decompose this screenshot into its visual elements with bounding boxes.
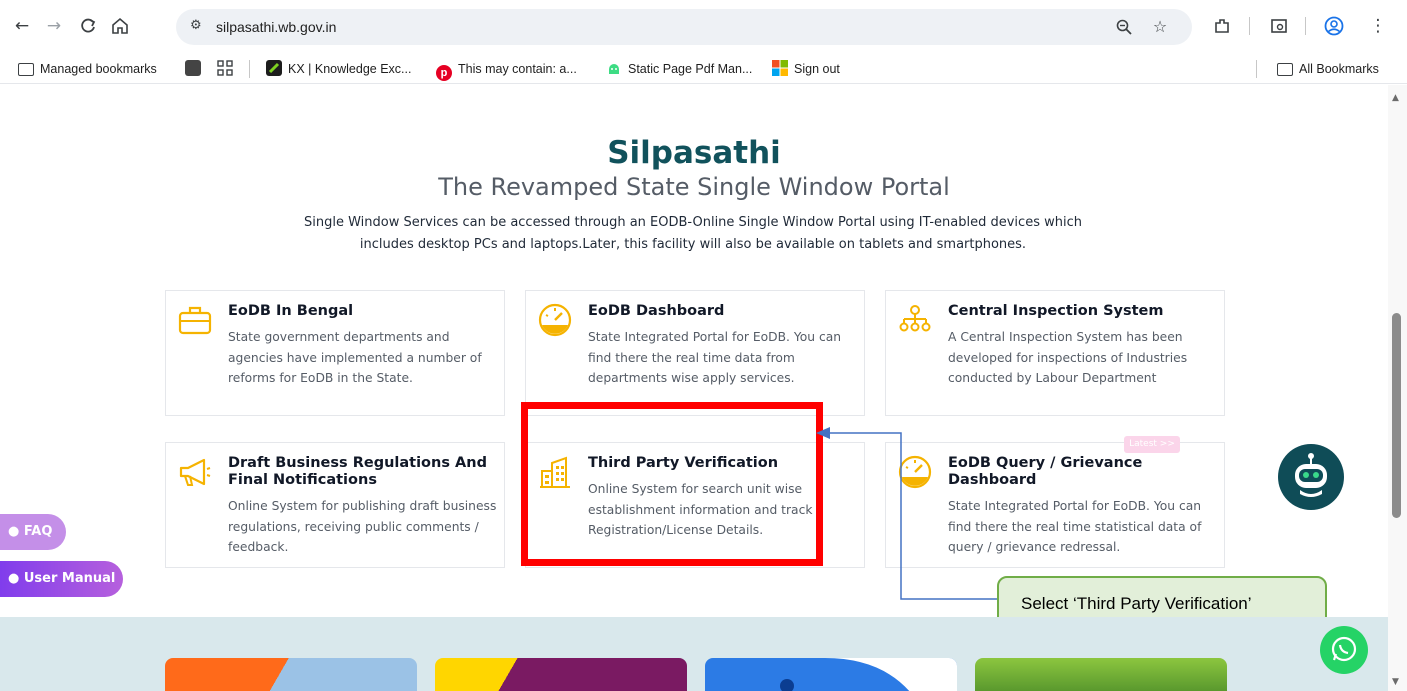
card-title: Central Inspection System [948, 303, 1164, 319]
card-central-inspection[interactable]: Central Inspection System A Central Insp… [885, 290, 1225, 416]
latest-badge[interactable]: Latest >> [1124, 436, 1180, 453]
card-query-grievance[interactable]: EoDB Query / Grievance Dashboard State I… [885, 442, 1225, 568]
site-settings-icon[interactable]: ⚙ [190, 18, 202, 33]
card-title: EoDB Dashboard [588, 303, 725, 319]
profile-icon[interactable] [1322, 14, 1346, 38]
card-description: State Integrated Portal for EoDB. You ca… [588, 330, 842, 385]
home-icon[interactable] [108, 14, 132, 38]
briefcase-icon [178, 303, 212, 337]
folder-icon [1277, 63, 1293, 76]
toolbar-divider [1249, 17, 1250, 35]
managed-folder-icon [18, 63, 34, 76]
bookmark-static-page[interactable]: Static Page Pdf Man... [606, 59, 752, 79]
zoom-icon[interactable] [1112, 15, 1136, 39]
menu-kebab-icon[interactable]: ⋮ [1366, 14, 1390, 38]
card-description: State government departments and agencie… [228, 330, 482, 385]
bookmark-managed[interactable]: Managed bookmarks [18, 59, 157, 79]
whatsapp-icon[interactable] [1319, 625, 1369, 675]
info-icon: ● [8, 524, 24, 539]
bookmark-apps[interactable] [217, 59, 239, 79]
user-manual-button[interactable]: ● User Manual [0, 561, 123, 597]
extensions-icon[interactable] [1210, 14, 1234, 38]
card-description: A Central Inspection System has been dev… [948, 330, 1188, 385]
card-eodb-in-bengal[interactable]: EoDB In Bengal State government departme… [165, 290, 505, 416]
bookmark-kx[interactable]: KX | Knowledge Exc... [266, 59, 411, 79]
org-chart-icon [898, 303, 932, 337]
scrollbar[interactable]: ▲ ▼ [1388, 85, 1407, 691]
forward-icon[interactable]: → [42, 14, 66, 38]
card-eodb-dashboard[interactable]: EoDB Dashboard State Integrated Portal f… [525, 290, 865, 416]
bookmarks-bar: Managed bookmarks KX | Knowledge Exc... … [0, 54, 1407, 84]
address-bar[interactable]: ⚙ silpasathi.wb.gov.in ☆ [176, 9, 1192, 45]
highlight-box [521, 402, 823, 566]
scroll-thumb[interactable] [1392, 313, 1401, 518]
back-icon[interactable]: ← [10, 14, 34, 38]
kx-icon [266, 60, 282, 76]
bookmark-star-icon[interactable]: ☆ [1148, 15, 1172, 39]
all-bookmarks[interactable]: All Bookmarks [1277, 59, 1379, 79]
banner-card[interactable] [165, 658, 417, 691]
reload-icon[interactable] [76, 14, 100, 38]
android-icon [606, 60, 622, 76]
browser-toolbar: ← → ⚙ silpasathi.wb.gov.in ☆ ⋮ [0, 0, 1407, 54]
page-content: Silpasathi The Revamped State Single Win… [0, 85, 1388, 691]
chatbot-icon[interactable] [1276, 442, 1346, 512]
tab-search-icon[interactable] [1267, 14, 1291, 38]
bookmark-divider [1256, 60, 1257, 78]
card-description: State Integrated Portal for EoDB. You ca… [948, 499, 1202, 554]
bookmark-pinterest[interactable]: p This may contain: a... [436, 59, 577, 81]
bookmark-divider [249, 60, 250, 78]
speedometer-icon [538, 303, 572, 337]
banner-card[interactable] [435, 658, 687, 691]
page-title: Silpasathi [607, 135, 781, 171]
scroll-down-arrow-icon[interactable]: ▼ [1392, 677, 1399, 687]
card-title: EoDB Query / Grievance Dashboard [948, 455, 1143, 488]
card-draft-regulations[interactable]: Draft Business Regulations And Final Not… [165, 442, 505, 568]
banner-card[interactable] [705, 658, 957, 691]
info-icon: ● [8, 571, 24, 586]
url-text[interactable]: silpasathi.wb.gov.in [216, 17, 336, 37]
page-description: Single Window Services can be accessed t… [304, 215, 1082, 252]
card-title: Draft Business Regulations And Final Not… [228, 455, 487, 488]
dark-square-icon [185, 60, 201, 76]
bookmark-dark[interactable] [185, 59, 207, 79]
card-title: EoDB In Bengal [228, 303, 354, 319]
microsoft-icon [772, 60, 788, 76]
pinterest-icon: p [436, 65, 452, 81]
scroll-up-arrow-icon[interactable]: ▲ [1392, 93, 1399, 103]
speedometer-icon [898, 455, 932, 489]
megaphone-icon [178, 455, 212, 489]
apps-grid-icon [217, 60, 233, 76]
banner-card[interactable] [975, 658, 1227, 691]
faq-button[interactable]: ● FAQ [0, 514, 66, 550]
card-description: Online System for publishing draft busin… [228, 499, 497, 554]
toolbar-divider [1305, 17, 1306, 35]
bookmark-sign-out[interactable]: Sign out [772, 59, 840, 79]
page-subtitle: The Revamped State Single Window Portal [438, 173, 950, 201]
